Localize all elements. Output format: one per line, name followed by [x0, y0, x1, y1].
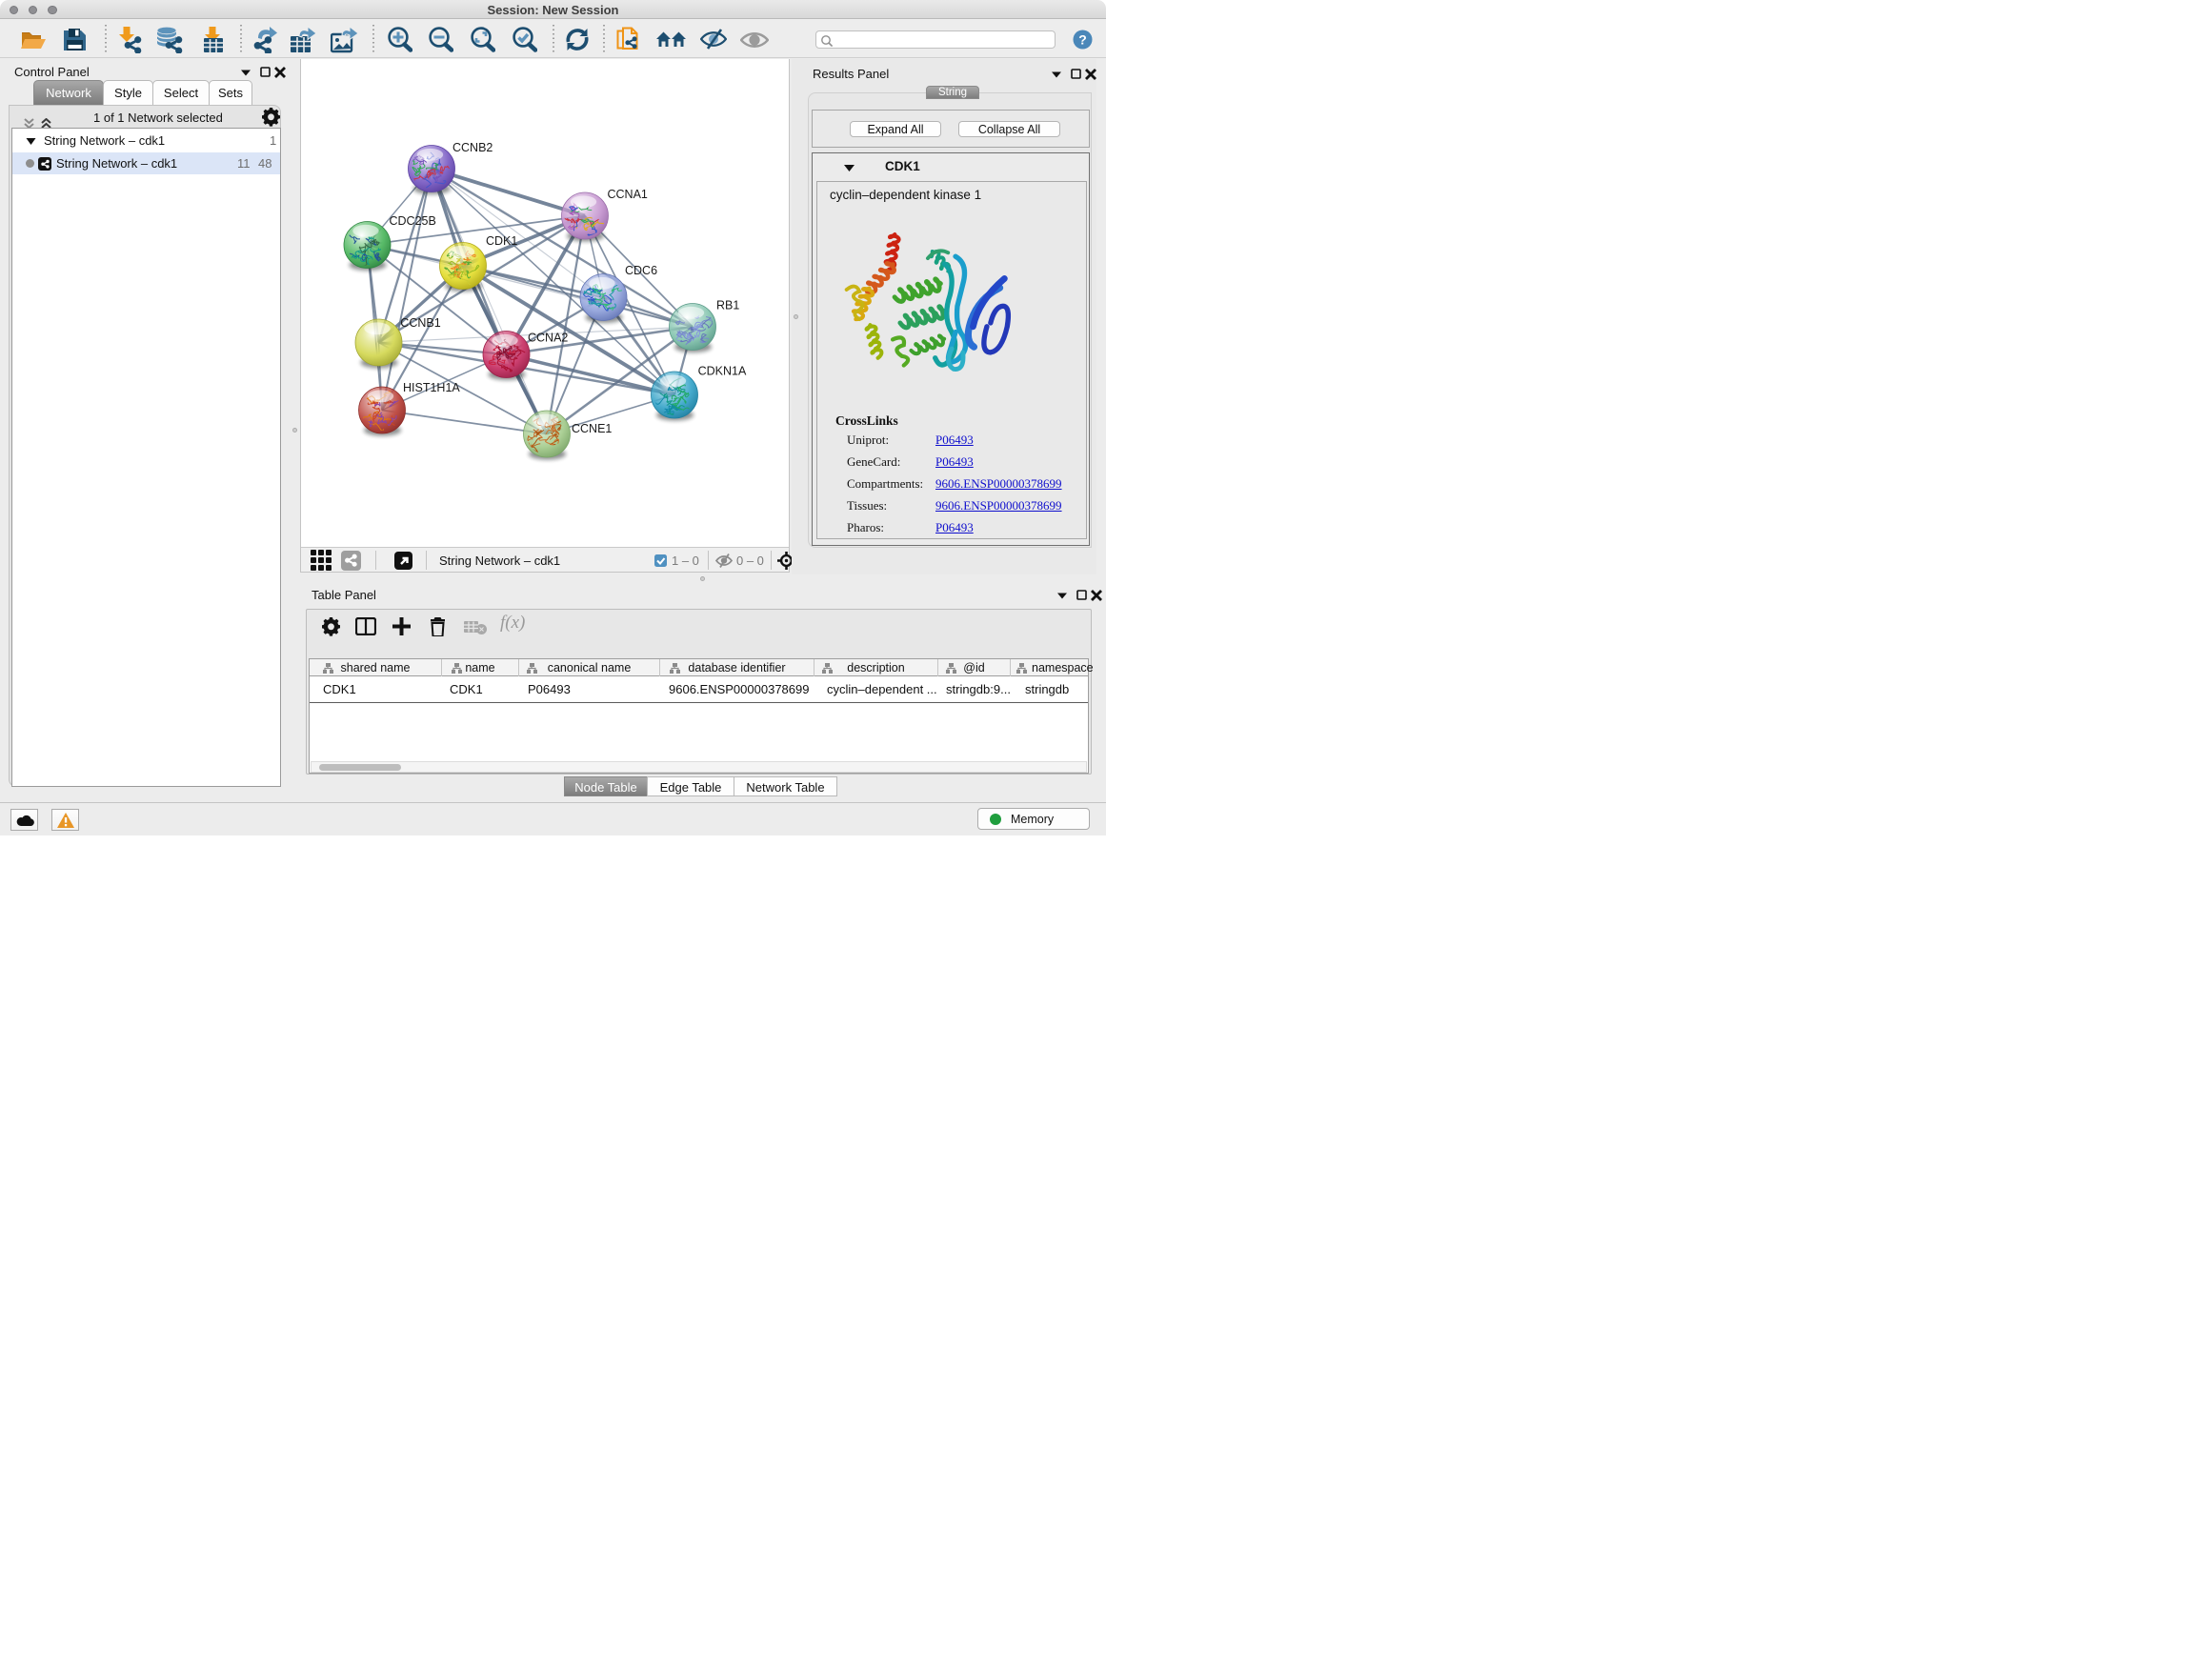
svg-text:CCNA1: CCNA1	[608, 188, 648, 201]
svg-text:CDK1: CDK1	[486, 234, 517, 248]
svg-text:CDKN1A: CDKN1A	[698, 365, 747, 378]
svg-text:CCNB2: CCNB2	[452, 141, 493, 154]
svg-text:CCNB1: CCNB1	[400, 316, 440, 330]
svg-text:CCNA2: CCNA2	[528, 332, 568, 345]
svg-text:?: ?	[1078, 32, 1087, 48]
svg-text:CDC6: CDC6	[625, 264, 657, 277]
svg-text:CCNE1: CCNE1	[572, 422, 612, 435]
svg-text:CDC25B: CDC25B	[390, 214, 436, 228]
svg-text:RB1: RB1	[716, 299, 739, 312]
svg-text:HIST1H1A: HIST1H1A	[403, 381, 460, 394]
